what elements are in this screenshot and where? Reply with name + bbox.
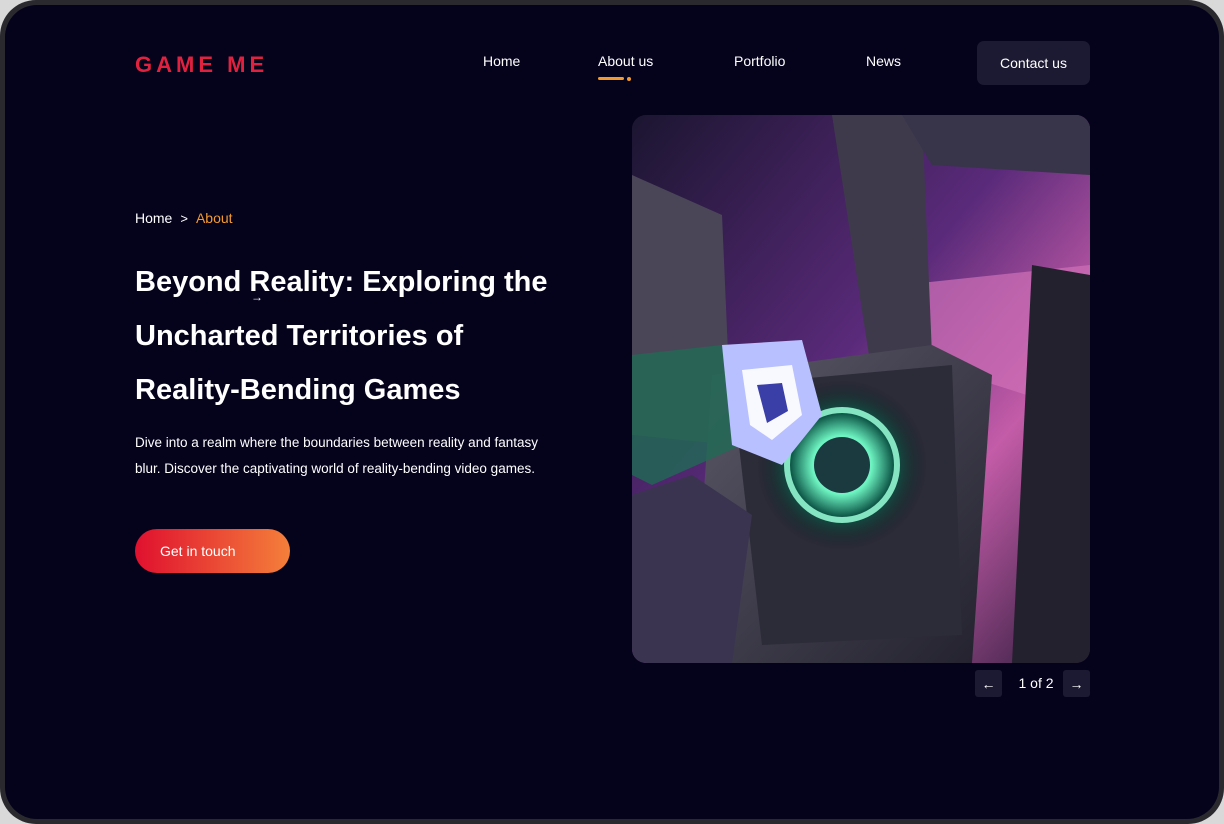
- nav-news[interactable]: News: [866, 53, 901, 69]
- nav-portfolio[interactable]: Portfolio: [734, 53, 785, 69]
- hero-description: Dive into a realm where the boundaries b…: [135, 435, 538, 476]
- device-frame: GAME ME Home About us Portfolio News Con…: [0, 0, 1224, 824]
- page: GAME ME Home About us Portfolio News Con…: [5, 5, 1219, 819]
- breadcrumb-separator: >: [180, 210, 188, 226]
- arrow-right-icon: →: [1069, 675, 1084, 692]
- nav-active-indicator: [598, 77, 624, 80]
- breadcrumb-current: About: [195, 210, 233, 226]
- sci-fi-scene-illustration: [632, 115, 1090, 663]
- logo[interactable]: GAME ME: [135, 52, 268, 78]
- breadcrumb: Home > About: [135, 210, 233, 226]
- contact-us-button[interactable]: Contact us: [977, 41, 1090, 85]
- hero-image: [632, 115, 1090, 663]
- nav-active-dot: [627, 77, 631, 81]
- get-in-touch-button[interactable]: Get in touch: [135, 529, 290, 573]
- next-slide-button[interactable]: →: [1063, 670, 1090, 697]
- mouse-cursor-icon: →: [251, 290, 263, 304]
- arrow-left-icon: ←: [981, 675, 996, 692]
- slide-counter: 1 of 2: [1018, 675, 1054, 691]
- nav-about-us[interactable]: About us: [598, 53, 653, 69]
- breadcrumb-home[interactable]: Home: [135, 210, 172, 226]
- page-title: Beyond Reality: Exploring the Uncharted …: [135, 266, 548, 406]
- prev-slide-button[interactable]: ←: [975, 670, 1002, 697]
- nav-home[interactable]: Home: [483, 53, 520, 69]
